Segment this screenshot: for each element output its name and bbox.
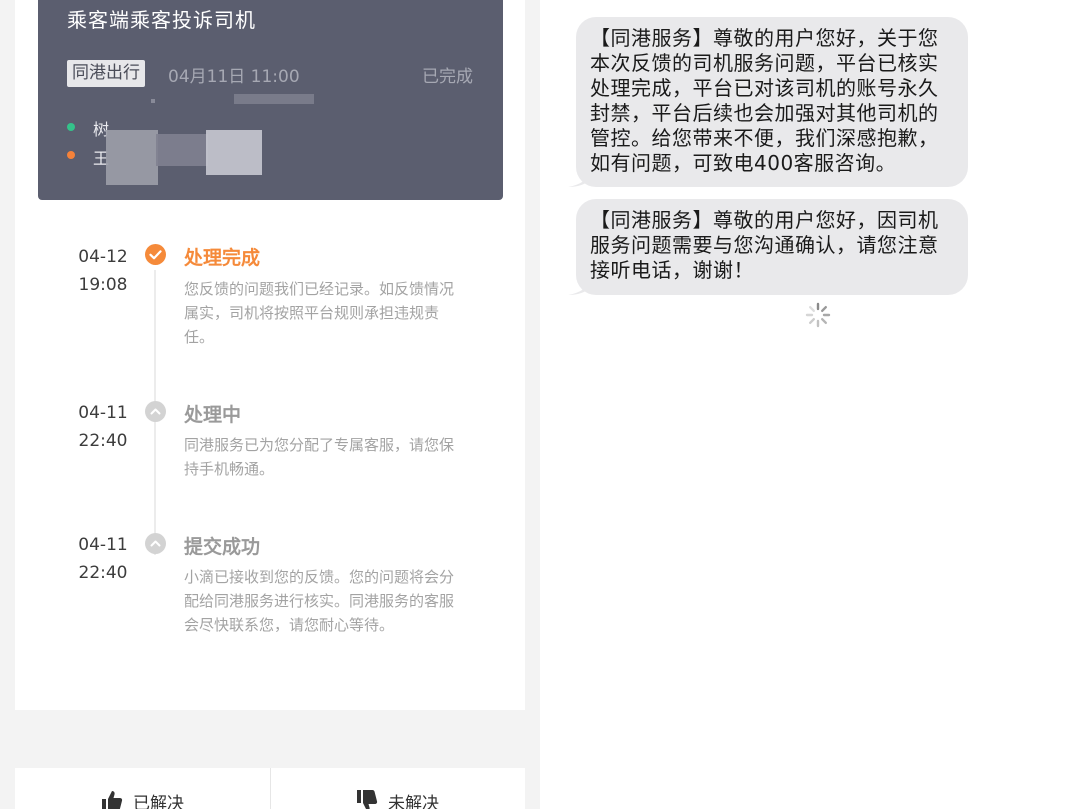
complaint-detail-panel: 乘客端乘客投诉司机 同港出行 04月11日 11:00 已完成 树 王 04-1… — [0, 0, 540, 809]
unsolved-button[interactable]: 未解决 — [355, 788, 439, 809]
timeline-date: 04-11 22:40 — [60, 531, 146, 587]
timeline-description: 同港服务已为您分配了专属客服，请您保持手机畅通。 — [184, 436, 455, 478]
timeline-title: 处理中 — [184, 404, 242, 426]
bubble-tail — [568, 170, 590, 187]
end-point-dot — [67, 151, 75, 159]
redacted-mask — [156, 134, 208, 166]
timeline-date-day: 04-11 — [78, 535, 128, 555]
bubble-tail — [568, 278, 590, 295]
timeline-description: 您反馈的问题我们已经记录。如反馈情况属实，司机将按照平台规则承担违规责任。 — [184, 280, 455, 346]
timeline-date: 04-11 22:40 — [60, 399, 146, 455]
chevron-up-icon — [145, 533, 166, 554]
chevron-up-icon — [145, 401, 166, 422]
timeline-date-time: 22:40 — [78, 563, 128, 583]
sms-conversation: 【同港服务】尊敬的用户您好，关于您本次反馈的司机服务问题，平台已核实处理完成，平… — [540, 0, 1080, 809]
start-point-dot — [67, 123, 75, 131]
footer-divider — [270, 768, 271, 809]
timeline-date-time: 19:08 — [78, 275, 128, 295]
sms-message-bubble[interactable]: 【同港服务】尊敬的用户您好，因司机服务问题需要与您沟通确认，请您注意接听电话，谢… — [576, 199, 968, 295]
check-icon — [145, 244, 166, 265]
feedback-footer: 已解决 未解决 — [15, 768, 525, 809]
timeline-title: 处理完成 — [184, 247, 261, 269]
redacted-mask — [206, 130, 262, 175]
thumbs-up-icon — [102, 791, 123, 809]
loading-spinner-icon — [805, 302, 831, 328]
timeline-date: 04-12 19:08 — [60, 243, 146, 299]
order-title: 乘客端乘客投诉司机 — [67, 8, 256, 32]
timeline-date-day: 04-12 — [78, 247, 128, 267]
timeline-description: 小滴已接收到您的反馈。您的问题将会分配给同港服务进行核实。同港服务的客服会尽快联… — [184, 568, 455, 634]
timeline-date-day: 04-11 — [78, 403, 128, 423]
redacted-mask — [106, 130, 158, 185]
redacted-mask — [151, 99, 155, 103]
solved-label: 已解决 — [133, 793, 184, 809]
sms-message-bubble[interactable]: 【同港服务】尊敬的用户您好，关于您本次反馈的司机服务问题，平台已核实处理完成，平… — [576, 17, 968, 187]
solved-button[interactable]: 已解决 — [100, 788, 184, 809]
redacted-mask — [234, 94, 314, 104]
order-status: 已完成 — [422, 67, 473, 87]
timeline-date-time: 22:40 — [78, 431, 128, 451]
thumbs-down-icon — [357, 790, 378, 809]
timeline-title: 提交成功 — [184, 536, 261, 558]
order-card[interactable]: 乘客端乘客投诉司机 同港出行 04月11日 11:00 已完成 树 王 — [38, 0, 503, 200]
unsolved-label: 未解决 — [388, 793, 439, 809]
order-time: 04月11日 11:00 — [168, 67, 300, 87]
brand-badge: 同港出行 — [67, 60, 145, 87]
